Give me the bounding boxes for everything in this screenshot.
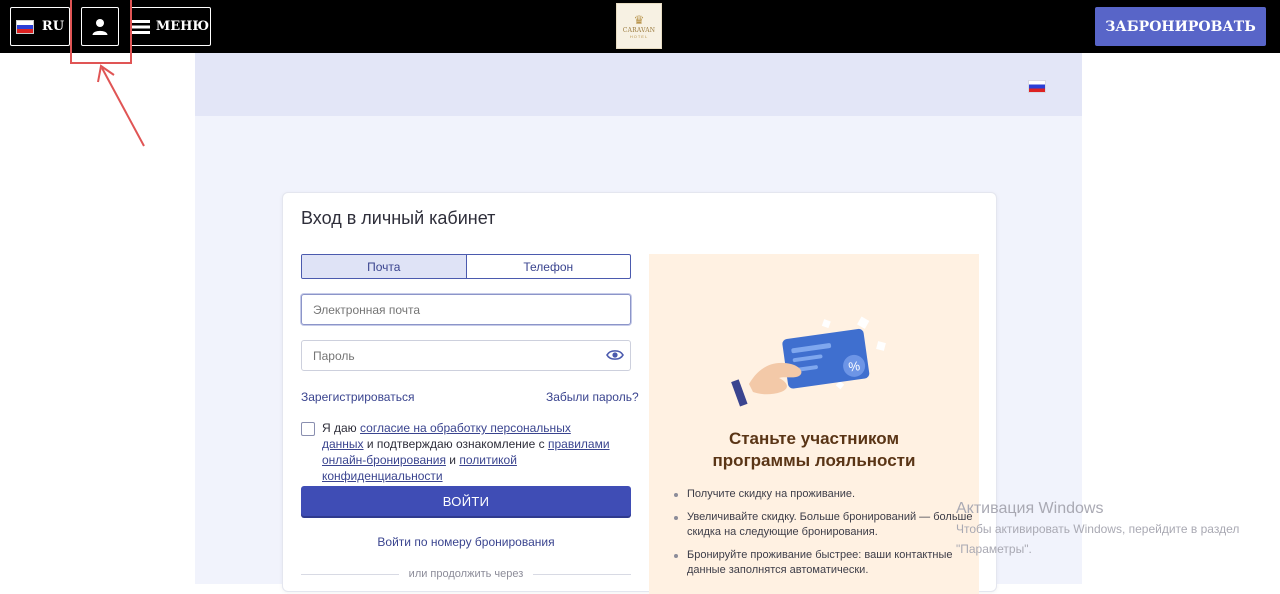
consent-text: Я даю согласие на обработку персональных… xyxy=(322,420,612,484)
annotation-arrow-icon xyxy=(97,64,145,147)
hamburger-icon xyxy=(131,19,150,34)
loyalty-promo-panel: % Станьте участником программы лояльност… xyxy=(649,254,979,594)
menu-button[interactable]: МЕНЮ xyxy=(130,7,211,46)
or-continue-label: или продолжить через xyxy=(301,568,631,580)
loyalty-title-line: Станьте участником xyxy=(728,429,900,448)
watermark-title: Активация Windows xyxy=(956,500,1104,517)
tab-phone[interactable]: Телефон xyxy=(467,255,631,278)
password-input[interactable] xyxy=(301,340,631,371)
login-title: Вход в личный кабинет xyxy=(301,208,496,228)
register-link[interactable]: Зарегистрироваться xyxy=(301,390,414,404)
russia-flag-icon[interactable] xyxy=(1028,80,1046,93)
russia-flag-icon xyxy=(15,19,34,34)
forgot-password-link[interactable]: Забыли пароль? xyxy=(546,390,639,404)
menu-label: МЕНЮ xyxy=(155,19,210,34)
list-item: Увеличивайте скидку. Больше бронирований… xyxy=(673,510,973,540)
login-card: Вход в личный кабинет Почта Телефон Заре… xyxy=(282,192,997,594)
consent-text-part: и подтверждаю ознакомление с xyxy=(363,437,548,451)
language-label: RU xyxy=(41,19,65,34)
windows-activation-watermark: Активация Windows Чтобы активировать Win… xyxy=(956,500,1239,558)
login-submit-button[interactable]: ВОЙТИ xyxy=(301,486,631,516)
consent-checkbox[interactable] xyxy=(301,422,315,436)
account-button[interactable] xyxy=(81,7,119,46)
top-navbar: RU МЕНЮ ♛ CARAVAN HOTEL ЗАБРОНИРОВАТЬ xyxy=(0,0,1280,53)
watermark-line: Чтобы активировать Windows, перейдите в … xyxy=(956,522,1240,536)
login-by-booking-link[interactable]: Войти по номеру бронирования xyxy=(301,535,631,549)
book-button[interactable]: ЗАБРОНИРОВАТЬ xyxy=(1095,7,1266,46)
watermark-line: "Параметры". xyxy=(956,542,1032,556)
consent-text-part: и xyxy=(445,453,460,467)
user-icon xyxy=(92,18,108,35)
loyalty-card-illustration: % xyxy=(731,316,886,407)
or-continue-text: или продолжить через xyxy=(398,568,534,580)
consent-text-part: Я даю xyxy=(322,421,361,435)
tab-email[interactable]: Почта xyxy=(302,255,467,278)
logo-subtitle: HOTEL xyxy=(629,34,649,39)
show-password-eye-icon[interactable] xyxy=(606,348,624,362)
email-input[interactable] xyxy=(301,294,631,325)
loyalty-benefits-list: Получите скидку на проживание. Увеличива… xyxy=(673,487,973,586)
language-button[interactable]: RU xyxy=(10,7,70,46)
page-header-band xyxy=(195,53,1082,116)
hotel-logo[interactable]: ♛ CARAVAN HOTEL xyxy=(616,3,662,49)
list-item: Бронируйте проживание быстрее: ваши конт… xyxy=(673,548,973,578)
loyalty-title-line: программы лояльности xyxy=(712,451,916,470)
login-method-tabs: Почта Телефон xyxy=(301,254,631,279)
list-item: Получите скидку на проживание. xyxy=(673,487,973,502)
logo-name: CARAVAN xyxy=(622,27,656,34)
loyalty-title: Станьте участником программы лояльности xyxy=(649,428,979,472)
logo-emblem-icon: ♛ xyxy=(633,13,645,27)
